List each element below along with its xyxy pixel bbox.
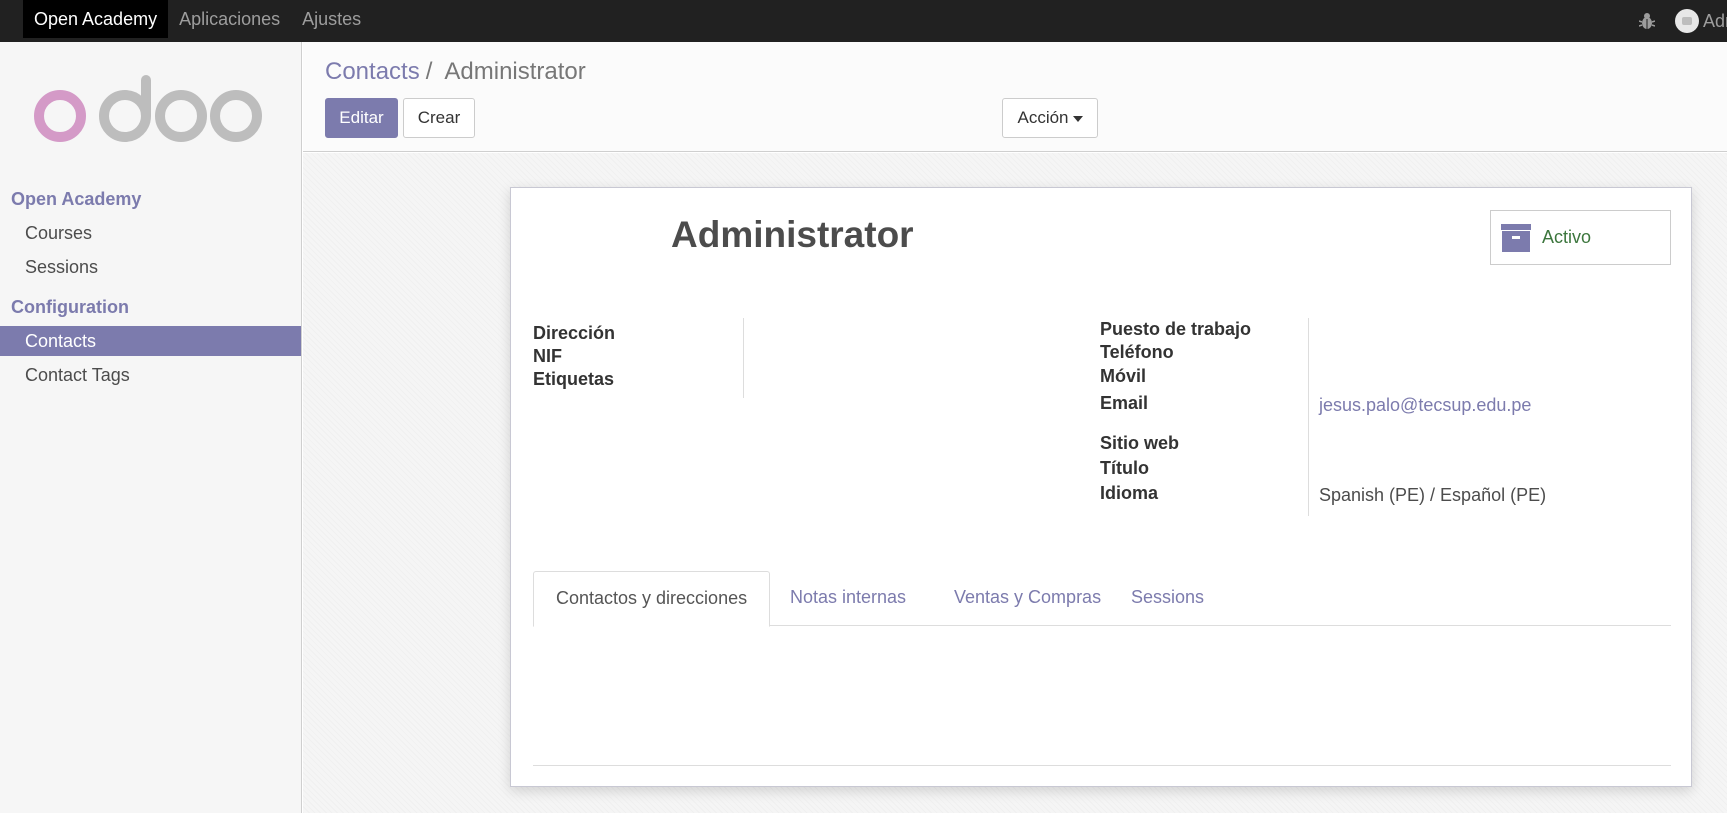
user-avatar-icon[interactable] [1675,9,1699,33]
section-open-academy: Open Academy [11,189,142,209]
edit-button[interactable]: Editar [325,98,398,138]
tab-content-divider [533,765,1671,766]
top-navbar: Open Academy Aplicaciones Ajustes Admini… [0,0,1727,42]
tab-ventas-y-compras[interactable]: Ventas y Compras [932,571,1123,626]
sidebar-item-sessions[interactable]: Sessions [0,252,301,282]
create-button[interactable]: Crear [403,98,475,138]
tags-label: Etiquetas [533,369,615,389]
breadcrumb: Contacts / Administrator [325,58,586,86]
job-position-label: Puesto de trabajo [1100,319,1252,339]
email-label: Email [1100,393,1149,413]
language-label: Idioma [1100,483,1159,503]
sidebar-item-courses[interactable]: Courses [0,218,301,248]
tab-notas-internas[interactable]: Notas internas [768,571,928,626]
sidebar-item-contacts[interactable]: Contacts [0,326,301,356]
breadcrumb-current: Administrator [444,58,586,85]
website-label: Sitio web [1100,433,1180,453]
vat-label: NIF [533,346,562,366]
phone-label: Teléfono [1100,342,1174,362]
tab-contactos-y-direcciones[interactable]: Contactos y direcciones [533,571,771,627]
menu-ajustes[interactable]: Ajustes [291,0,372,38]
breadcrumb-separator: / [425,58,433,85]
notebook-tabs: Contactos y direcciones Notas internas V… [533,571,1671,627]
sidebar: Open Academy Courses Sessions Configurat… [0,42,302,813]
app-brand-open-academy[interactable]: Open Academy [23,0,169,38]
section-configuration: Configuration [11,297,129,317]
menu-aplicaciones[interactable]: Aplicaciones [168,0,291,38]
language-value: Spanish (PE) / Español (PE) [1319,485,1547,505]
action-dropdown-button[interactable]: Acción [1002,98,1098,138]
tab-sessions[interactable]: Sessions [1109,571,1226,626]
record-name: Administrator [671,214,914,255]
address-label: Dirección [533,323,616,343]
form-view-area: Administrator Activo Dirección NIF Etiqu… [303,153,1727,813]
active-toggle-button[interactable]: Activo [1490,210,1671,265]
bug-icon[interactable] [1637,11,1657,31]
title-label: Título [1100,458,1149,478]
left-group-divider [743,318,744,398]
breadcrumb-contacts-link[interactable]: Contacts [325,58,420,86]
action-label: Acción [1017,108,1069,127]
top-menu: Open Academy Aplicaciones Ajustes [23,0,372,38]
top-right-systray: Administrator [1637,0,1727,42]
odoo-logo[interactable] [34,72,266,157]
email-value-link[interactable]: jesus.palo@tecsup.edu.pe [1319,395,1531,416]
form-sheet: Administrator Activo Dirección NIF Etiqu… [510,187,1692,787]
right-group-divider [1308,318,1309,516]
active-status-label: Activo [1542,227,1592,247]
mobile-label: Móvil [1100,366,1147,386]
user-menu-name[interactable]: Administrator [1703,11,1727,32]
control-panel: Contacts / Administrator Editar Crear Ac… [303,42,1727,152]
archive-icon [1501,223,1531,252]
sidebar-item-contact-tags[interactable]: Contact Tags [0,360,301,390]
caret-down-icon [1072,115,1083,122]
